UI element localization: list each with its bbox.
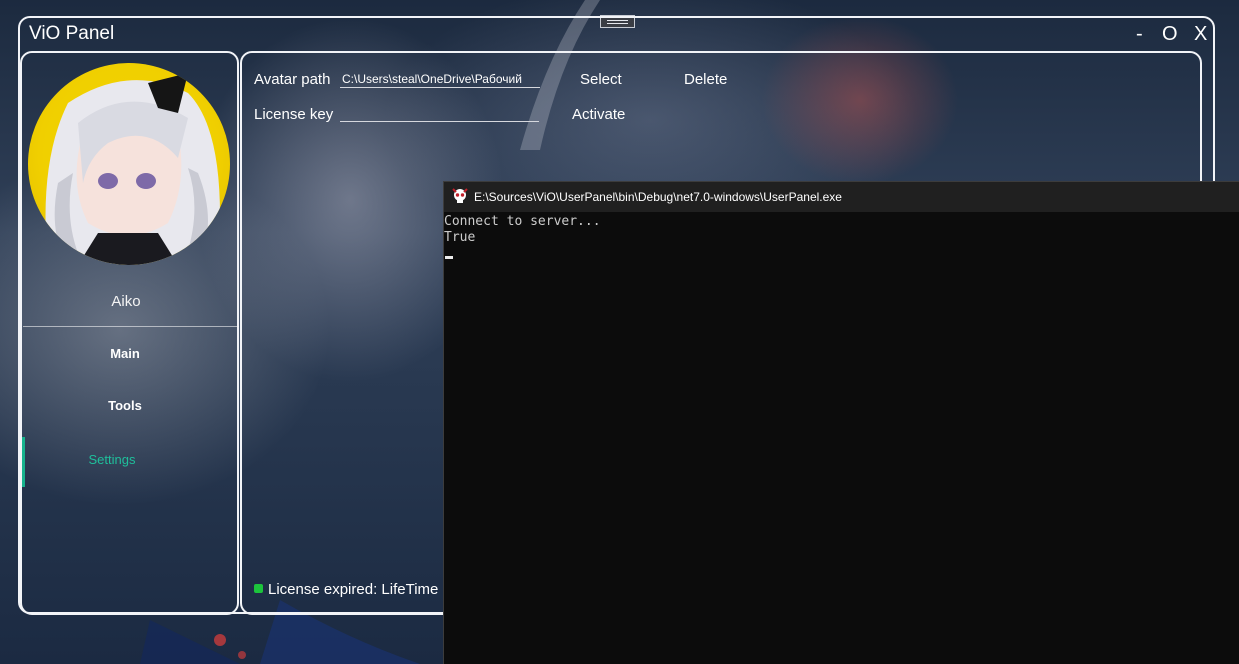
console-title-bar[interactable]: E:\Sources\ViO\UserPanel\bin\Debug\net7.… <box>444 182 1239 212</box>
select-button[interactable]: Select <box>580 71 622 88</box>
minimize-button[interactable]: - <box>1136 23 1143 46</box>
window-title: ViO Panel <box>29 23 115 44</box>
sidebar-divider <box>23 326 239 327</box>
sidebar-item-tools[interactable]: Tools <box>22 398 228 413</box>
console-window[interactable]: E:\Sources\ViO\UserPanel\bin\Debug\net7.… <box>443 181 1239 664</box>
license-key-input[interactable] <box>340 104 539 122</box>
license-key-label: License key <box>254 106 334 123</box>
activate-button[interactable]: Activate <box>572 106 625 123</box>
avatar-image <box>45 73 220 265</box>
close-button[interactable]: X <box>1194 23 1207 46</box>
sidebar-item-settings[interactable]: Settings <box>22 452 202 467</box>
status-dot-icon <box>254 584 263 593</box>
sidebar-item-main[interactable]: Main <box>22 346 228 361</box>
console-line: Connect to server... <box>444 214 601 229</box>
license-status: License expired: LifeTime <box>254 581 438 598</box>
license-status-text: License expired: LifeTime <box>268 581 439 598</box>
skull-icon <box>452 188 468 203</box>
console-title: E:\Sources\ViO\UserPanel\bin\Debug\net7.… <box>474 190 842 204</box>
console-output: Connect to server... True <box>444 214 601 246</box>
username: Aiko <box>111 293 141 310</box>
avatar-path-label: Avatar path <box>254 71 331 88</box>
delete-button[interactable]: Delete <box>684 71 727 88</box>
avatar <box>28 63 230 265</box>
console-line: True <box>444 230 476 245</box>
console-cursor <box>445 256 453 259</box>
maximize-button[interactable]: O <box>1162 23 1178 46</box>
avatar-path-input[interactable] <box>340 70 540 88</box>
